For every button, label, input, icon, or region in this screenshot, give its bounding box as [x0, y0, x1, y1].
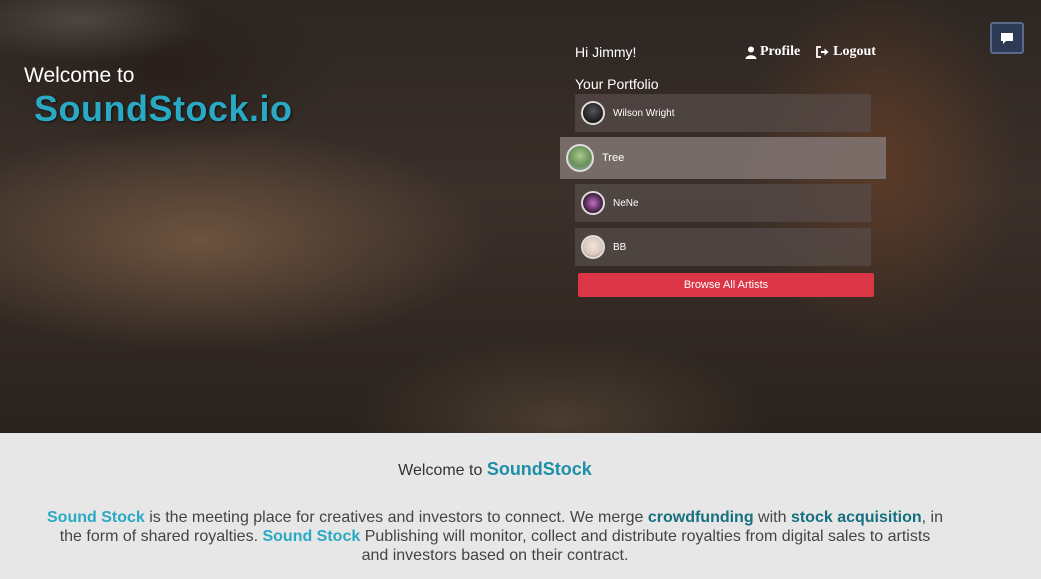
artist-name: BB [613, 241, 627, 253]
artist-name: Tree [602, 152, 625, 164]
user-greeting: Hi Jimmy! [575, 44, 637, 60]
about-text: Publishing will monitor, collect and dis… [360, 528, 931, 564]
top-nav: Profile Logout [745, 44, 876, 60]
portfolio-artist-item[interactable]: Wilson Wright [575, 94, 871, 132]
hero-glare [0, 0, 1041, 433]
about-brand-mention: Sound Stock [262, 528, 361, 545]
artist-name: Wilson Wright [613, 107, 675, 119]
portfolio-title: Your Portfolio [575, 76, 659, 92]
about-text: is the meeting place for creatives and i… [144, 509, 648, 526]
logout-link[interactable]: Logout [816, 44, 876, 60]
hero-banner: Welcome to SoundStock.io Hi Jimmy! Profi… [0, 0, 1041, 433]
artist-avatar [581, 191, 605, 215]
about-heading-brand: SoundStock [486, 459, 592, 479]
about-brand-mention: Sound Stock [47, 509, 145, 526]
artist-name: NeNe [613, 197, 639, 209]
artist-avatar [581, 235, 605, 259]
about-heading-prefix: Welcome to [398, 462, 483, 479]
profile-label: Profile [760, 44, 801, 59]
artist-avatar [581, 101, 605, 125]
logout-label: Logout [833, 44, 876, 59]
about-heading: Welcome to SoundStock [0, 459, 990, 480]
about-term-crowdfunding: crowdfunding [647, 509, 754, 526]
about-term-stock-acquisition: stock acquisition [790, 509, 922, 526]
sign-out-icon [816, 46, 829, 58]
about-paragraph: Sound Stock is the meeting place for cre… [45, 508, 945, 565]
portfolio-artist-item[interactable]: NeNe [575, 184, 871, 222]
hero-brand-title: SoundStock.io [34, 88, 293, 129]
portfolio-artist-item[interactable]: BB [575, 228, 871, 266]
chat-bubble-icon [1001, 32, 1013, 44]
browse-all-artists-button[interactable]: Browse All Artists [578, 273, 874, 297]
hero-welcome-text: Welcome to [24, 64, 135, 87]
chat-button[interactable] [990, 22, 1024, 54]
portfolio-artist-item[interactable]: Tree [560, 137, 886, 179]
profile-link[interactable]: Profile [745, 44, 800, 60]
about-text: with [753, 509, 791, 526]
user-icon [745, 46, 757, 59]
artist-avatar [566, 144, 594, 172]
